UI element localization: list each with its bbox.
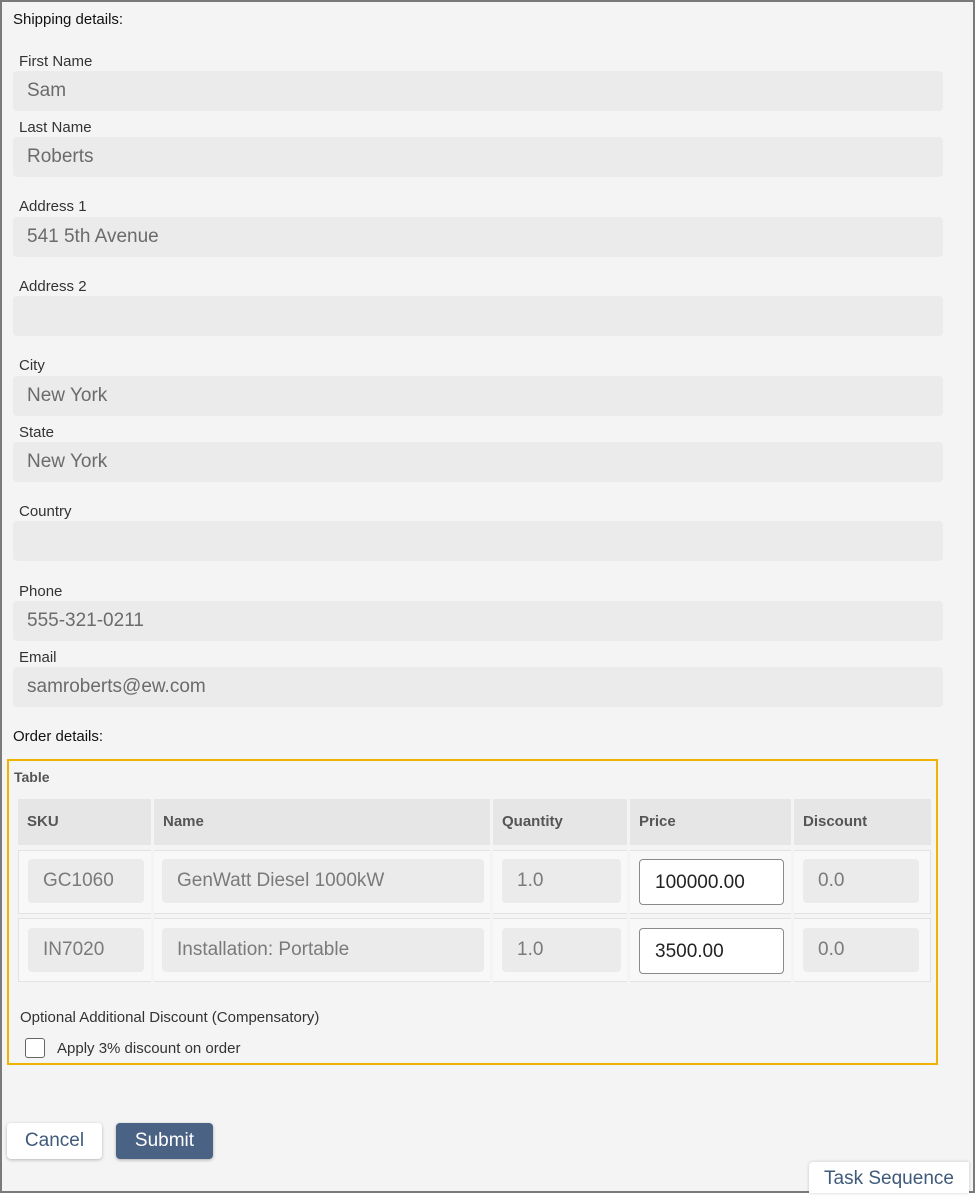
column-divider bbox=[151, 850, 154, 982]
sku-cell[interactable]: IN7020 bbox=[28, 928, 144, 972]
state-label: State bbox=[19, 424, 55, 441]
shipping-section-title: Shipping details: bbox=[13, 11, 124, 28]
price-input[interactable]: 3500.00 bbox=[639, 928, 784, 974]
email-field[interactable]: samroberts@ew.com bbox=[13, 667, 943, 707]
submit-button[interactable]: Submit bbox=[116, 1123, 213, 1159]
address2-label: Address 2 bbox=[19, 278, 87, 295]
discount-cell[interactable]: 0.0 bbox=[803, 859, 919, 903]
cancel-button[interactable]: Cancel bbox=[7, 1123, 102, 1159]
price-input[interactable]: 100000.00 bbox=[639, 859, 784, 905]
form-panel: Shipping details: First Name Sam Last Na… bbox=[0, 0, 975, 1193]
address2-field[interactable] bbox=[13, 296, 943, 336]
country-label: Country bbox=[19, 503, 72, 520]
column-divider bbox=[627, 850, 630, 982]
last-name-label: Last Name bbox=[19, 119, 92, 136]
last-name-field[interactable]: Roberts bbox=[13, 137, 943, 177]
task-sequence-tab[interactable]: Task Sequence bbox=[809, 1162, 969, 1193]
apply-discount-checkbox[interactable] bbox=[25, 1038, 45, 1058]
discount-cell[interactable]: 0.0 bbox=[803, 928, 919, 972]
phone-label: Phone bbox=[19, 583, 63, 600]
country-field[interactable] bbox=[13, 521, 943, 561]
optional-discount-label: Optional Additional Discount (Compensato… bbox=[20, 1009, 320, 1026]
address1-label: Address 1 bbox=[19, 198, 87, 215]
phone-field[interactable]: 555-321-0211 bbox=[13, 601, 943, 641]
column-divider bbox=[490, 850, 493, 982]
state-field[interactable]: New York bbox=[13, 442, 943, 482]
quantity-cell[interactable]: 1.0 bbox=[502, 928, 621, 972]
order-section-title: Order details: bbox=[13, 728, 104, 745]
column-header-discount: Discount bbox=[794, 799, 931, 845]
apply-discount-label[interactable]: Apply 3% discount on order bbox=[57, 1040, 240, 1057]
quantity-cell[interactable]: 1.0 bbox=[502, 859, 621, 903]
sku-cell[interactable]: GC1060 bbox=[28, 859, 144, 903]
column-header-name: Name bbox=[154, 799, 490, 845]
column-divider bbox=[791, 850, 794, 982]
order-table-box: Table SKU Name Quantity Price Discount G… bbox=[7, 759, 938, 1065]
city-label: City bbox=[19, 357, 45, 374]
city-field[interactable]: New York bbox=[13, 376, 943, 416]
table-title: Table bbox=[14, 769, 50, 785]
column-header-price: Price bbox=[630, 799, 791, 845]
column-header-quantity: Quantity bbox=[493, 799, 627, 845]
first-name-label: First Name bbox=[19, 53, 93, 70]
email-label: Email bbox=[19, 649, 57, 666]
name-cell[interactable]: Installation: Portable bbox=[162, 928, 484, 972]
column-header-sku: SKU bbox=[18, 799, 151, 845]
first-name-field[interactable]: Sam bbox=[13, 71, 943, 111]
address1-field[interactable]: 541 5th Avenue bbox=[13, 217, 943, 257]
name-cell[interactable]: GenWatt Diesel 1000kW bbox=[162, 859, 484, 903]
